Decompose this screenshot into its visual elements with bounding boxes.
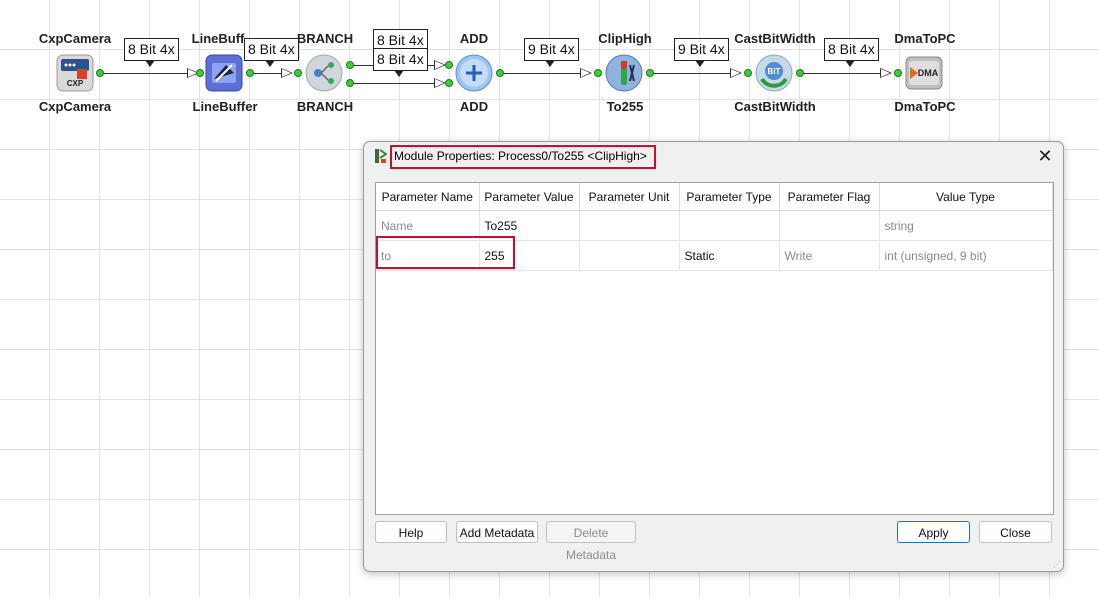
column-header-parameter-type[interactable]: Parameter Type bbox=[679, 183, 780, 211]
cast-bit-width-icon[interactable]: BIT bbox=[754, 53, 794, 93]
module-top-label-branch: BRANCH bbox=[296, 31, 354, 46]
column-header-parameter-flag[interactable]: Parameter Flag bbox=[779, 183, 880, 211]
module-top-label-cxpcamera: CxpCamera bbox=[38, 31, 112, 46]
input-port[interactable] bbox=[196, 69, 204, 77]
table-header-row: Parameter Name Parameter Value Parameter… bbox=[376, 183, 1053, 211]
branch-icon[interactable] bbox=[304, 53, 344, 93]
cell-parameter-value[interactable]: To255 bbox=[479, 210, 580, 241]
resize-grip-icon[interactable]: ⋰ bbox=[1053, 560, 1061, 569]
bit-icon-text: BIT bbox=[768, 67, 781, 76]
module-bottom-label-castbitwidth: CastBitWidth bbox=[734, 99, 816, 114]
module-top-label-dmatopc: DmaToPC bbox=[894, 31, 956, 46]
link-format-badge[interactable]: 8 Bit 4x bbox=[124, 38, 179, 67]
cell-parameter-name: to bbox=[376, 240, 480, 271]
cell-parameter-flag: Write bbox=[779, 240, 880, 271]
output-port[interactable] bbox=[96, 69, 104, 77]
column-header-value-type[interactable]: Value Type bbox=[879, 183, 1053, 211]
link-format-badge[interactable]: 8 Bit 4x bbox=[824, 38, 879, 67]
module-bottom-label-cxpcamera: CxpCamera bbox=[38, 99, 112, 114]
link-wire[interactable] bbox=[350, 83, 440, 84]
link-arrow-icon bbox=[281, 68, 293, 78]
parameter-table: Parameter Name Parameter Value Parameter… bbox=[375, 182, 1054, 515]
module-top-label-cliphigh: ClipHigh bbox=[598, 31, 652, 46]
link-format-badge[interactable]: 8 Bit 4x bbox=[244, 38, 299, 67]
cell-parameter-flag bbox=[779, 210, 880, 241]
input-port[interactable] bbox=[445, 61, 453, 69]
line-buffer-icon[interactable] bbox=[204, 53, 244, 93]
output-port[interactable] bbox=[346, 79, 354, 87]
input-port[interactable] bbox=[594, 69, 602, 77]
link-arrow-icon bbox=[730, 68, 742, 78]
apply-button[interactable]: Apply bbox=[897, 521, 970, 543]
module-top-label-add: ADD bbox=[459, 31, 489, 46]
column-header-parameter-unit[interactable]: Parameter Unit bbox=[579, 183, 680, 211]
output-port[interactable] bbox=[646, 69, 654, 77]
link-wire[interactable] bbox=[650, 73, 740, 74]
help-button[interactable]: Help bbox=[375, 521, 447, 543]
cell-parameter-value[interactable]: 255 bbox=[479, 240, 580, 271]
module-bottom-label-dmatopc: DmaToPC bbox=[894, 99, 956, 114]
module-top-label-castbitwidth: CastBitWidth bbox=[734, 31, 816, 46]
link-arrow-icon bbox=[580, 68, 592, 78]
module-properties-icon bbox=[374, 148, 388, 164]
close-button[interactable]: Close bbox=[979, 521, 1052, 543]
link-wire[interactable] bbox=[800, 73, 890, 74]
dma-icon[interactable]: DMA bbox=[904, 53, 944, 93]
cell-parameter-type bbox=[679, 210, 780, 241]
module-bottom-label-add: ADD bbox=[459, 99, 489, 114]
module-bottom-label-linebuffer: LineBuffer bbox=[192, 99, 258, 114]
cell-value-type: int (unsigned, 9 bit) bbox=[879, 240, 1053, 271]
column-header-parameter-value[interactable]: Parameter Value bbox=[479, 183, 580, 211]
cell-parameter-unit bbox=[579, 240, 680, 271]
input-port[interactable] bbox=[294, 69, 302, 77]
cxp-camera-icon[interactable]: CXP bbox=[55, 53, 95, 93]
cell-value-type: string bbox=[879, 210, 1053, 241]
output-port[interactable] bbox=[796, 69, 804, 77]
link-format-badge[interactable]: 9 Bit 4x bbox=[524, 38, 579, 67]
output-port[interactable] bbox=[246, 69, 254, 77]
link-wire[interactable] bbox=[500, 73, 590, 74]
dma-icon-text: DMA bbox=[918, 68, 939, 78]
module-bottom-label-branch: BRANCH bbox=[296, 99, 354, 114]
input-port[interactable] bbox=[445, 79, 453, 87]
link-wire[interactable] bbox=[100, 73, 190, 74]
title-highlight-box bbox=[390, 145, 656, 169]
module-top-label-linebuffer: LineBuff bbox=[191, 31, 245, 46]
table-row[interactable]: Name To255 string bbox=[376, 210, 1053, 241]
output-port[interactable] bbox=[346, 61, 354, 69]
module-properties-dialog: Module Properties: Process0/To255 <ClipH… bbox=[363, 141, 1064, 572]
add-metadata-button[interactable]: Add Metadata bbox=[456, 521, 538, 543]
output-port[interactable] bbox=[496, 69, 504, 77]
table-row[interactable]: to 255 Static Write int (unsigned, 9 bit… bbox=[376, 240, 1053, 271]
module-bottom-label-to255: To255 bbox=[606, 99, 644, 114]
cell-parameter-unit bbox=[579, 210, 680, 241]
link-arrow-icon bbox=[880, 68, 892, 78]
input-port[interactable] bbox=[744, 69, 752, 77]
delete-metadata-button[interactable]: Delete Metadata bbox=[546, 521, 636, 562]
cxp-icon-text: CXP bbox=[67, 79, 84, 88]
cell-parameter-name: Name bbox=[376, 210, 480, 241]
input-port[interactable] bbox=[894, 69, 902, 77]
clip-high-icon[interactable] bbox=[604, 53, 644, 93]
link-format-badge[interactable]: 9 Bit 4x bbox=[674, 38, 729, 67]
column-header-parameter-name[interactable]: Parameter Name bbox=[376, 183, 480, 211]
add-icon[interactable] bbox=[454, 53, 494, 93]
close-icon[interactable]: ✕ bbox=[1033, 145, 1057, 167]
link-format-badge[interactable]: 8 Bit 4x bbox=[373, 48, 428, 77]
cell-parameter-type: Static bbox=[679, 240, 780, 271]
